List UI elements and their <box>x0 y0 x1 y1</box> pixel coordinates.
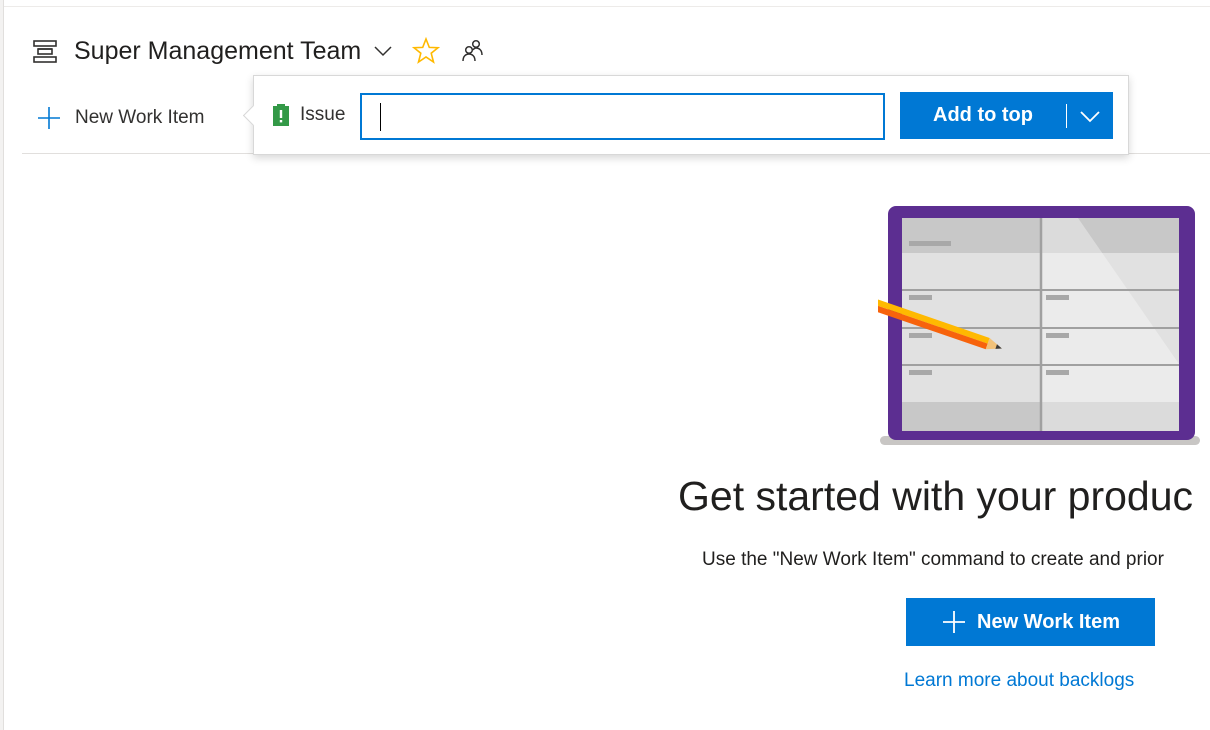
team-name[interactable]: Super Management Team <box>74 37 361 66</box>
add-to-top-button[interactable]: Add to top <box>900 92 1066 139</box>
page-header: Super Management Team <box>30 30 485 72</box>
plus-icon <box>941 609 967 635</box>
empty-state-headline: Get started with your produc <box>678 473 1194 519</box>
new-work-item-callout: Issue Add to top <box>242 75 1129 155</box>
backlog-board-illustration <box>878 206 1200 445</box>
backlog-icon <box>30 36 60 66</box>
top-edge <box>0 0 1210 7</box>
text-cursor <box>380 103 381 131</box>
new-work-item-button-label: New Work Item <box>977 610 1120 633</box>
work-item-type: Issue <box>272 104 345 126</box>
new-work-item-label: New Work Item <box>75 107 205 128</box>
empty-state-description: Use the "New Work Item" command to creat… <box>702 549 1164 570</box>
work-item-type-label: Issue <box>300 104 346 125</box>
plus-icon <box>36 105 62 131</box>
add-to-top-split-button: Add to top <box>900 92 1113 139</box>
learn-more-link[interactable]: Learn more about backlogs <box>904 670 1134 692</box>
team-members-icon[interactable] <box>459 38 485 64</box>
left-nav-edge <box>0 0 4 730</box>
star-icon[interactable] <box>411 36 441 66</box>
work-item-title-input[interactable] <box>360 93 885 140</box>
chevron-down-icon[interactable] <box>1067 92 1113 139</box>
new-work-item-command[interactable]: New Work Item <box>36 100 205 136</box>
issue-icon <box>272 104 290 126</box>
callout-beak <box>242 104 265 127</box>
chevron-down-icon[interactable] <box>373 41 393 61</box>
new-work-item-button[interactable]: New Work Item <box>906 598 1155 646</box>
